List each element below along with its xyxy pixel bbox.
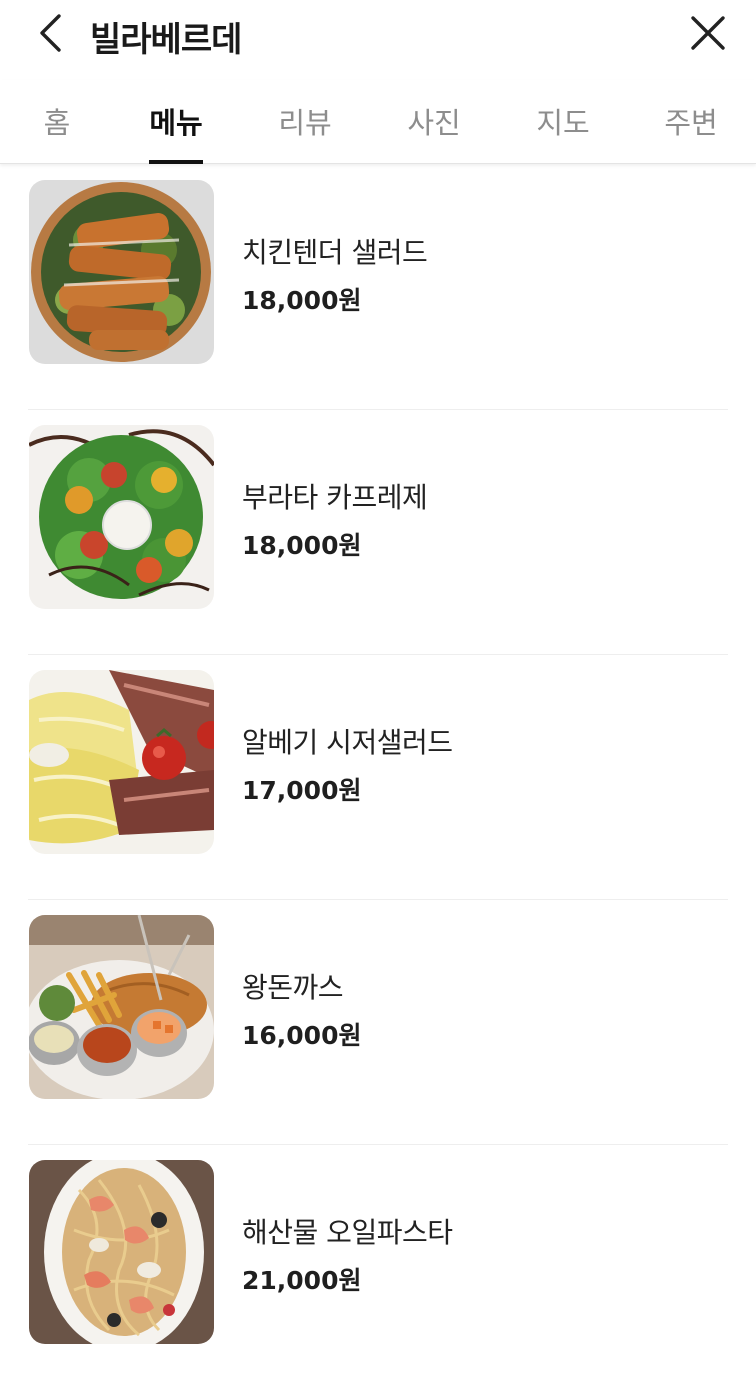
app-header: 빌라베르데 bbox=[0, 0, 756, 70]
menu-list: 치킨텐더 샐러드 18,000원 부라타 카프레제 18,000원 알베기 시저… bbox=[0, 165, 756, 1387]
tab-nearby[interactable]: 주변 bbox=[662, 100, 720, 164]
menu-item-name: 알베기 시저샐러드 bbox=[242, 726, 453, 759]
close-icon bbox=[691, 16, 725, 50]
tab-map[interactable]: 지도 bbox=[534, 100, 592, 164]
menu-item-photo bbox=[29, 425, 214, 609]
menu-item[interactable]: 알베기 시저샐러드 17,000원 bbox=[0, 655, 756, 900]
menu-item[interactable]: 왕돈까스 16,000원 bbox=[0, 900, 756, 1145]
tab-bar: 홈 메뉴 리뷰 사진 지도 주변 bbox=[0, 80, 756, 164]
menu-item-price: 21,000원 bbox=[242, 1266, 362, 1295]
menu-item[interactable]: 해산물 오일파스타 21,000원 bbox=[0, 1145, 756, 1387]
menu-item-price: 17,000원 bbox=[242, 776, 362, 805]
close-button[interactable] bbox=[684, 10, 732, 56]
tab-home[interactable]: 홈 bbox=[40, 100, 74, 164]
menu-item-price: 18,000원 bbox=[242, 531, 362, 560]
tab-reviews[interactable]: 리뷰 bbox=[277, 100, 333, 164]
menu-item-name: 해산물 오일파스타 bbox=[242, 1216, 453, 1249]
menu-item-price: 18,000원 bbox=[242, 286, 362, 315]
menu-item[interactable]: 부라타 카프레제 18,000원 bbox=[0, 410, 756, 655]
chevron-left-icon bbox=[40, 14, 61, 52]
menu-item-name: 왕돈까스 bbox=[242, 971, 344, 1004]
tab-photos[interactable]: 사진 bbox=[405, 100, 463, 164]
menu-item-name: 치킨텐더 샐러드 bbox=[242, 236, 428, 269]
menu-item[interactable]: 치킨텐더 샐러드 18,000원 bbox=[0, 165, 756, 410]
page-title: 빌라베르데 bbox=[90, 20, 242, 60]
menu-item-photo bbox=[29, 915, 214, 1099]
tab-menu[interactable]: 메뉴 bbox=[149, 100, 203, 164]
menu-item-photo bbox=[29, 180, 214, 364]
menu-item-photo bbox=[29, 670, 214, 854]
menu-item-photo bbox=[29, 1160, 214, 1344]
menu-item-price: 16,000원 bbox=[242, 1021, 362, 1050]
back-button[interactable] bbox=[30, 10, 70, 56]
menu-item-name: 부라타 카프레제 bbox=[242, 481, 428, 514]
